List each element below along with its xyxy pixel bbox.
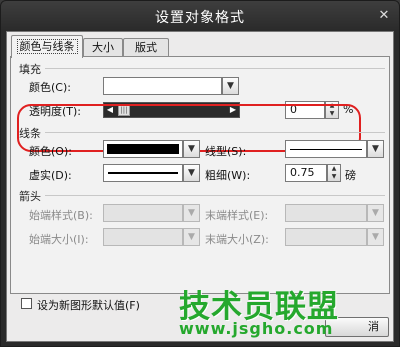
tab-layout[interactable]: 版式 (123, 38, 169, 57)
dialog-window: 设置对象格式 ✕ 颜色与线条 大小 版式 填充 颜色(C): ▼ 透明度(T):… (0, 0, 400, 347)
fill-color-select[interactable] (103, 77, 222, 95)
begin-style-select[interactable] (103, 204, 183, 222)
set-default-checkbox[interactable] (21, 298, 32, 309)
chevron-down-icon[interactable]: ▼ (367, 204, 384, 222)
dialog-title: 设置对象格式 (155, 10, 245, 26)
chevron-down-icon[interactable]: ▼ (367, 140, 384, 158)
set-default-label[interactable]: 设为新图形默认值(F) (37, 297, 140, 313)
spin-down-icon[interactable]: ▼ (328, 173, 340, 181)
chevron-down-icon[interactable]: ▼ (183, 204, 200, 222)
begin-size-select[interactable] (103, 228, 183, 246)
line-style-select[interactable] (285, 140, 367, 158)
fill-section-title: 填充 (19, 63, 41, 76)
chevron-down-icon[interactable]: ▼ (183, 164, 200, 182)
fill-color-label: 颜色(C): (29, 81, 71, 94)
end-size-label: 末端大小(Z): (205, 233, 269, 246)
tab-colors-lines[interactable]: 颜色与线条 (11, 35, 83, 58)
weight-unit: 磅 (345, 169, 356, 182)
chevron-down-icon[interactable]: ▼ (183, 228, 200, 246)
divider (45, 132, 385, 133)
line-style-preview (290, 149, 362, 150)
line-color-label: 颜色(O): (29, 145, 72, 158)
end-size-select[interactable] (285, 228, 367, 246)
line-color-select[interactable] (103, 140, 183, 158)
weight-value: 0.75 (290, 166, 315, 179)
chevron-down-icon[interactable]: ▼ (183, 140, 200, 158)
weight-input[interactable]: 0.75 (285, 164, 327, 182)
divider (45, 68, 385, 69)
line-style-label: 线型(S): (205, 145, 247, 158)
begin-size-label: 始端大小(I): (29, 233, 89, 246)
tab-size[interactable]: 大小 (83, 38, 123, 57)
end-style-select[interactable] (285, 204, 367, 222)
spin-up-icon[interactable]: ▲ (328, 165, 340, 173)
line-section-title: 线条 (19, 127, 41, 140)
weight-label: 粗细(W): (205, 169, 251, 182)
close-icon[interactable]: ✕ (375, 7, 393, 25)
arrows-section-title: 箭头 (19, 190, 41, 203)
chevron-down-icon[interactable]: ▼ (222, 77, 239, 95)
end-style-label: 末端样式(E): (205, 209, 269, 222)
begin-style-label: 始端样式(B): (29, 209, 93, 222)
divider (45, 195, 385, 196)
tab-label: 颜色与线条 (16, 39, 78, 54)
watermark-url: www.jsgho.com (179, 319, 334, 338)
chevron-down-icon[interactable]: ▼ (367, 228, 384, 246)
weight-spinner[interactable]: ▲ ▼ (327, 164, 341, 182)
title-bar: 设置对象格式 ✕ (1, 1, 399, 31)
dash-preview (108, 172, 178, 174)
dash-label: 虚实(D): (29, 169, 72, 182)
watermark: 技术员联盟 www.jsgho.com (179, 281, 354, 341)
cancel-button-label: 消 (368, 320, 379, 333)
dash-select[interactable] (103, 164, 183, 182)
fill-color-swatch (107, 81, 218, 91)
line-color-swatch (107, 144, 179, 154)
